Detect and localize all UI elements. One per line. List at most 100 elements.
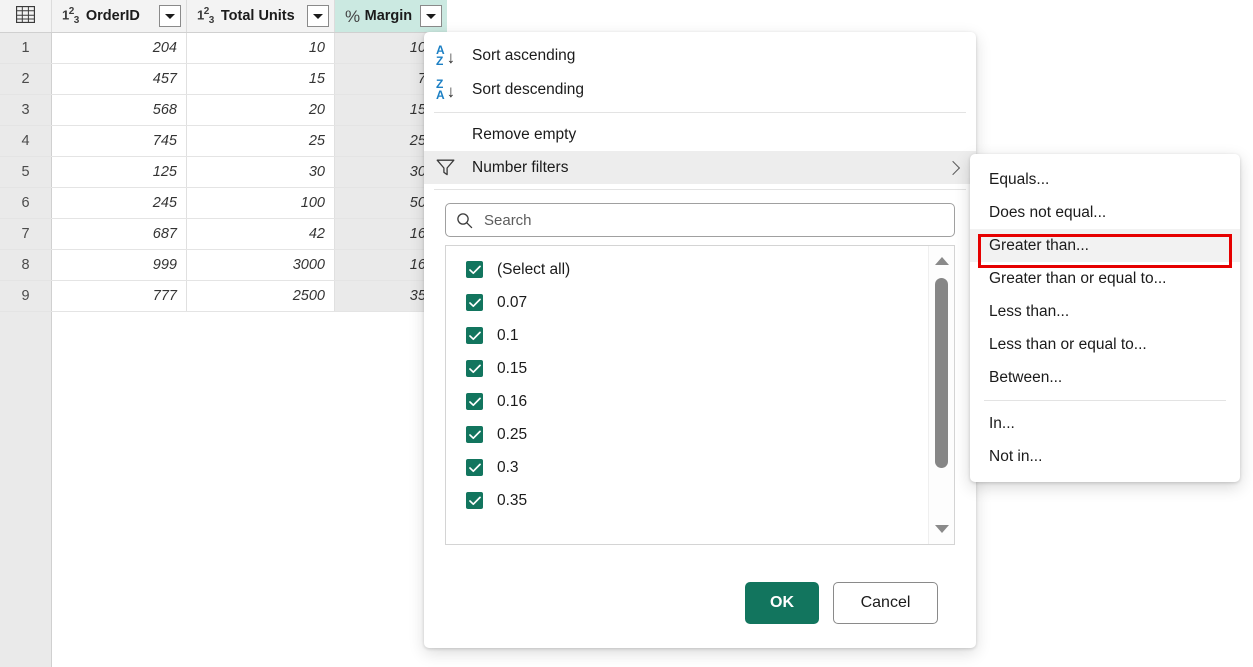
submenu-item-greater-than[interactable]: Greater than... [970,229,1240,262]
grid-corner-cell[interactable] [0,0,52,32]
cell-total-units[interactable]: 3000 [187,250,335,280]
cell-total-units[interactable]: 42 [187,219,335,249]
table-row[interactable]: 7 687 42 16.0 [0,219,447,250]
checkbox-checked-icon[interactable] [466,459,483,476]
list-scrollbar[interactable] [928,246,954,544]
list-item-label: 0.1 [497,326,519,344]
row-number: 7 [0,219,52,249]
scrollbar-thumb[interactable] [935,278,948,468]
submenu-item-greater-than-or-equal-to[interactable]: Greater than or equal to... [970,262,1240,295]
table-row[interactable]: 9 777 2500 35.0 [0,281,447,312]
table-row[interactable]: 2 457 15 7.0 [0,64,447,95]
cell-total-units[interactable]: 15 [187,64,335,94]
submenu-item-in[interactable]: In... [970,407,1240,440]
list-item[interactable]: 0.3 [446,451,928,484]
submenu-item-less-than-or-equal-to[interactable]: Less than or equal to... [970,328,1240,361]
submenu-divider [984,400,1226,401]
grid-header-row: 123 OrderID 123 Total Units % Margin [0,0,447,33]
cell-orderid[interactable]: 999 [52,250,187,280]
list-item[interactable]: 0.07 [446,286,928,319]
cell-total-units[interactable]: 10 [187,33,335,63]
whole-number-type-icon: 123 [197,5,214,26]
whole-number-type-icon: 123 [62,5,79,26]
row-number: 5 [0,157,52,187]
cell-orderid[interactable]: 457 [52,64,187,94]
menu-item-sort-ascending[interactable]: AZ ↓ Sort ascending [424,39,976,73]
menu-item-label: Number filters [472,158,569,176]
checkbox-checked-icon[interactable] [466,261,483,278]
cell-orderid[interactable]: 777 [52,281,187,311]
cell-orderid[interactable]: 125 [52,157,187,187]
row-number: 6 [0,188,52,218]
search-icon [456,212,473,229]
submenu-item-not-in[interactable]: Not in... [970,440,1240,473]
table-icon [15,5,36,27]
list-item-label: 0.25 [497,425,528,443]
scroll-up-button[interactable] [929,250,954,272]
menu-divider [434,189,966,190]
table-row[interactable]: 1 204 10 10.0 [0,33,447,64]
scroll-down-button[interactable] [929,518,954,540]
list-item-label: 0.15 [497,359,528,377]
column-filter-button-total-units[interactable] [307,5,329,27]
funnel-icon [436,159,470,176]
table-row[interactable]: 5 125 30 30.0 [0,157,447,188]
list-item[interactable]: 0.25 [446,418,928,451]
checkbox-checked-icon[interactable] [466,426,483,443]
cell-total-units[interactable]: 30 [187,157,335,187]
search-input[interactable] [482,210,944,230]
submenu-item-does-not-equal[interactable]: Does not equal... [970,196,1240,229]
cell-total-units[interactable]: 20 [187,95,335,125]
panel-footer: OK Cancel [424,582,976,624]
column-filter-button-orderid[interactable] [159,5,181,27]
list-item[interactable]: 0.16 [446,385,928,418]
column-header-label: Total Units [220,8,295,24]
table-row[interactable]: 3 568 20 15.0 [0,95,447,126]
checkbox-checked-icon[interactable] [466,393,483,410]
table-row[interactable]: 6 245 100 50.0 [0,188,447,219]
cell-orderid[interactable]: 745 [52,126,187,156]
checkbox-checked-icon[interactable] [466,492,483,509]
menu-item-number-filters[interactable]: Number filters [424,151,976,184]
column-header-orderid[interactable]: 123 OrderID [52,0,187,32]
cell-orderid[interactable]: 245 [52,188,187,218]
menu-item-label: Remove empty [472,125,577,143]
table-row[interactable]: 8 999 3000 16.0 [0,250,447,281]
menu-item-label: Sort ascending [472,47,576,64]
ok-button[interactable]: OK [745,582,819,624]
list-item-label: 0.07 [497,293,528,311]
list-item[interactable]: 0.15 [446,352,928,385]
list-item[interactable]: 0.35 [446,484,928,517]
cell-orderid[interactable]: 687 [52,219,187,249]
column-filter-button-margin[interactable] [420,5,442,27]
cell-total-units[interactable]: 100 [187,188,335,218]
menu-item-sort-descending[interactable]: ZA ↓ Sort descending [424,73,976,107]
list-item[interactable]: 0.1 [446,319,928,352]
cancel-button[interactable]: Cancel [833,582,938,624]
column-header-margin[interactable]: % Margin [335,0,447,32]
triangle-up-icon [935,257,949,265]
submenu-item-between[interactable]: Between... [970,361,1240,394]
submenu-item-equals[interactable]: Equals... [970,163,1240,196]
cell-total-units[interactable]: 2500 [187,281,335,311]
submenu-item-less-than[interactable]: Less than... [970,295,1240,328]
list-item[interactable]: (Select all) [446,253,928,286]
checkbox-checked-icon[interactable] [466,327,483,344]
row-number: 8 [0,250,52,280]
percentage-type-icon: % [345,6,360,26]
list-item-label: 0.16 [497,392,528,410]
cell-orderid[interactable]: 568 [52,95,187,125]
cell-orderid[interactable]: 204 [52,33,187,63]
checkbox-checked-icon[interactable] [466,360,483,377]
row-number: 1 [0,33,52,63]
chevron-down-icon [165,13,175,19]
cell-total-units[interactable]: 25 [187,126,335,156]
table-row[interactable]: 4 745 25 25.0 [0,126,447,157]
checkbox-checked-icon[interactable] [466,294,483,311]
chevron-down-icon [313,13,323,19]
column-header-total-units[interactable]: 123 Total Units [187,0,335,32]
menu-item-remove-empty[interactable]: Remove empty [424,118,976,151]
data-grid: 123 OrderID 123 Total Units % Margin 1 2… [0,0,447,667]
menu-item-label: Sort descending [472,81,585,98]
search-box[interactable] [445,203,955,237]
